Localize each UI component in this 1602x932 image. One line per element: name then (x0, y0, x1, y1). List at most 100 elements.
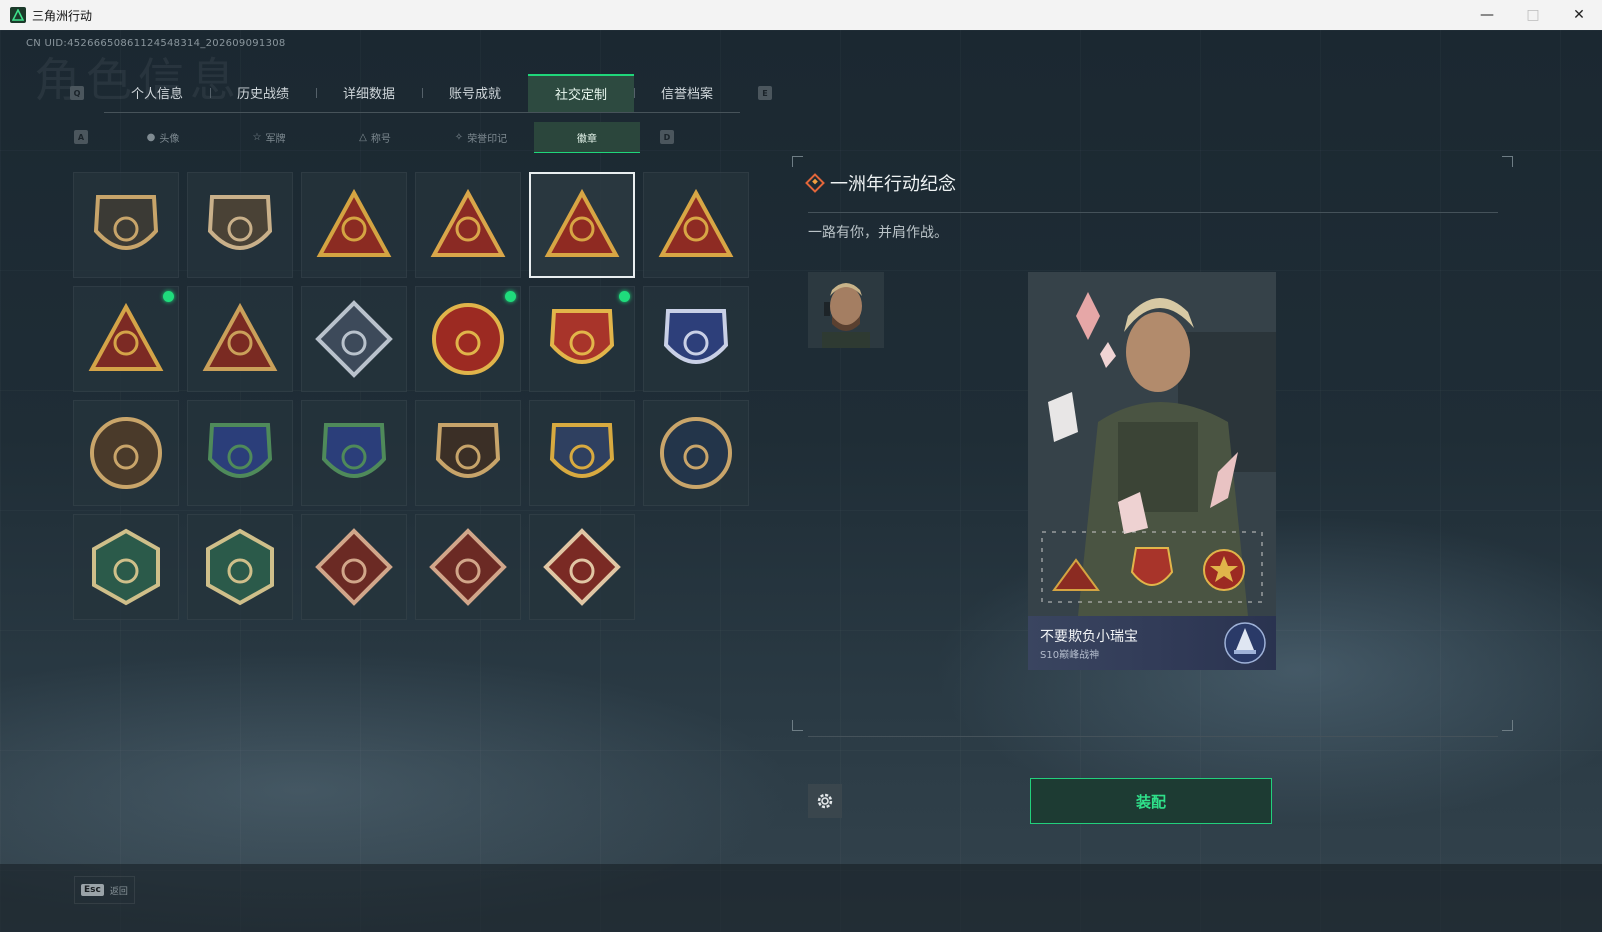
frame-corner (1502, 720, 1513, 731)
badge-slot[interactable] (73, 514, 179, 620)
anniversary-1-badge-icon (544, 188, 620, 257)
player-card-artwork (1028, 272, 1276, 616)
dragon-2-badge-icon (429, 528, 507, 606)
badge-slot[interactable] (301, 172, 407, 278)
rank-emblem-icon (1224, 622, 1266, 664)
card-name-bar: 不要欺负小瑞宝 S10巅峰战神 (1028, 616, 1276, 670)
subtab-2[interactable]: △ 称号 (322, 122, 428, 152)
close-button[interactable]: ✕ (1556, 0, 1602, 30)
tab-4[interactable]: 社交定制 (528, 73, 634, 112)
player-card-preview: 不要欺负小瑞宝 S10巅峰战神 (1028, 272, 1276, 670)
subtab-label: 荣誉印记 (467, 133, 508, 145)
badge-slot[interactable] (529, 286, 635, 392)
equip-button[interactable]: 装配 (1030, 778, 1272, 824)
dogtag-icon: ☆ (252, 131, 262, 143)
phoenix-badge-icon (430, 188, 506, 257)
person-icon: ● (146, 131, 156, 143)
squad-badge-icon (202, 302, 278, 371)
rifle-gold-badge-icon (549, 423, 615, 478)
badge-slot[interactable] (301, 400, 407, 506)
sub-tabs: A ● 头像 ☆ 军牌 △ 称号 ✧ 荣誉印记 徽章 D (74, 122, 674, 153)
subtab-label: 头像 (159, 133, 180, 145)
title-icon: △ (359, 131, 367, 143)
window-title: 三角洲行动 (32, 8, 93, 23)
subtab-3[interactable]: ✧ 荣誉印记 (428, 122, 534, 152)
window-titlebar: 三角洲行动 — □ ✕ (0, 0, 1602, 30)
uid-label: CN UID:45266650861124548314_202609091308 (26, 38, 286, 49)
badge-slot[interactable] (415, 400, 521, 506)
new-indicator-dot (619, 291, 630, 302)
back-button[interactable]: Esc 返回 (74, 876, 135, 904)
back-label: 返回 (109, 886, 128, 897)
player-avatar (808, 272, 884, 348)
tank-59-badge-icon (316, 188, 392, 257)
frame-corner (792, 720, 803, 731)
tab-0[interactable]: 个人信息 (104, 74, 210, 112)
badge-slot[interactable] (187, 286, 293, 392)
settings-button[interactable] (808, 784, 842, 818)
badge-slot[interactable] (415, 172, 521, 278)
prev-tab-key-hint[interactable]: Q (70, 86, 84, 100)
honor-icon: ✧ (454, 131, 464, 143)
prev-subtab-key-hint[interactable]: A (74, 130, 88, 144)
badge-slot[interactable] (187, 400, 293, 506)
stars-shield-badge-icon (549, 309, 615, 364)
frame-corner (1502, 156, 1513, 167)
esc-key-hint: Esc (81, 884, 104, 896)
avatar-portrait-icon (808, 272, 884, 348)
badge-slot[interactable] (301, 514, 407, 620)
badge-slot[interactable] (643, 172, 749, 278)
badge-detail-description: 一路有你，并肩作战。 (808, 225, 948, 241)
tab-5[interactable]: 信誉档案 (634, 74, 740, 112)
badge-slot[interactable] (415, 286, 521, 392)
anniversary-2-badge-icon (658, 188, 734, 257)
new-indicator-dot (163, 291, 174, 302)
star-skull-badge-icon (432, 303, 504, 375)
badge-slot[interactable] (529, 400, 635, 506)
badge-grid (73, 172, 749, 620)
eagle-badge-icon (660, 417, 732, 489)
subtab-1[interactable]: ☆ 军牌 (216, 122, 322, 152)
subtab-0[interactable]: ● 头像 (110, 122, 216, 152)
subtab-label: 称号 (370, 133, 391, 145)
gear-icon (817, 793, 833, 809)
rifle-blue-badge-icon (207, 423, 273, 478)
badge-slot[interactable] (73, 400, 179, 506)
subtab-label: 徽章 (577, 133, 597, 145)
badge-slot[interactable] (187, 172, 293, 278)
tab-2[interactable]: 详细数据 (316, 74, 422, 112)
badge-slot[interactable] (643, 286, 749, 392)
rose-badge-icon (315, 300, 393, 378)
next-subtab-key-hint[interactable]: D (660, 130, 674, 144)
runner-badge-icon (543, 528, 621, 606)
d20-shield-badge-icon (663, 309, 729, 364)
badge-slot[interactable] (529, 172, 635, 278)
badge-detail-panel: 一洲年行动纪念 一路有你，并肩作战。 (805, 170, 1498, 348)
main-tabs: Q 个人信息 历史战绩 详细数据 账号成就 社交定制 信誉档案 E (70, 73, 772, 113)
badge-slot[interactable] (415, 514, 521, 620)
badge-slot[interactable] (73, 286, 179, 392)
divider (808, 212, 1498, 213)
badge-slot[interactable] (529, 514, 635, 620)
wasp-badge-icon (92, 528, 160, 606)
title-diamond-icon (805, 173, 825, 193)
badge-slot[interactable] (187, 514, 293, 620)
subtab-label: 军牌 (265, 133, 286, 145)
badge-slot[interactable] (73, 172, 179, 278)
badge-slot[interactable] (301, 286, 407, 392)
helicopter-badge-icon (207, 195, 273, 250)
tab-3[interactable]: 账号成就 (422, 74, 528, 112)
tab-1[interactable]: 历史战绩 (210, 74, 316, 112)
next-tab-key-hint[interactable]: E (758, 86, 772, 100)
minimize-button[interactable]: — (1464, 0, 1510, 30)
frame-corner (792, 156, 803, 167)
hands-triangle-badge-icon (88, 302, 164, 371)
game-area: 角色信息 CN UID:45266650861124548314_2026090… (0, 30, 1602, 932)
maximize-button[interactable]: □ (1510, 0, 1556, 30)
subtab-4[interactable]: 徽章 (534, 122, 640, 153)
mask-badge-icon (90, 417, 162, 489)
footer-bar (0, 864, 1602, 932)
card-player-name: 不要欺负小瑞宝 (1040, 629, 1138, 645)
wasp-2-badge-icon (206, 528, 274, 606)
badge-slot[interactable] (643, 400, 749, 506)
